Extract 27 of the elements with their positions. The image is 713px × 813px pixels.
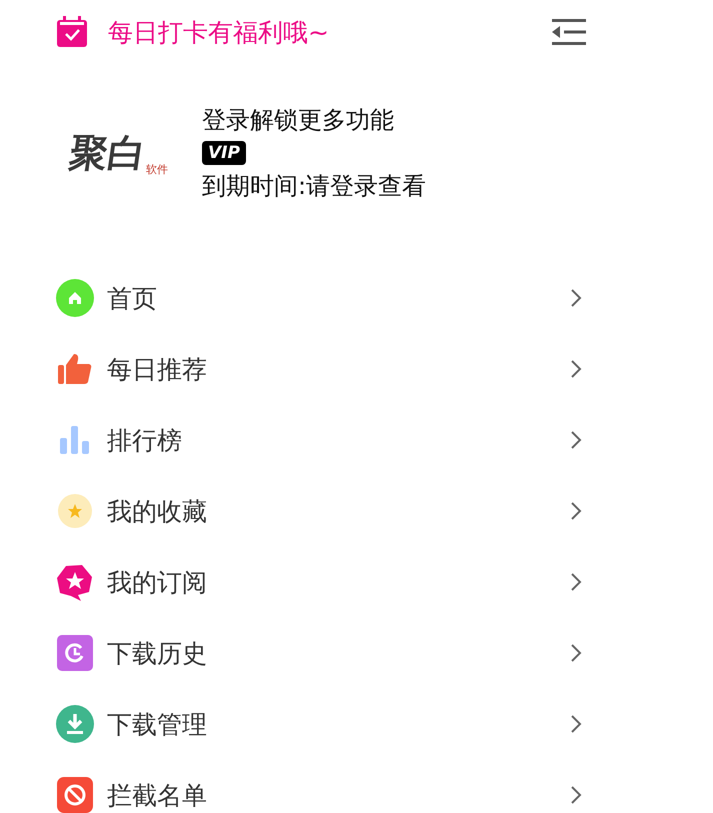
- chevron-right-icon: [570, 430, 582, 450]
- menu-item[interactable]: 我的订阅: [56, 564, 586, 600]
- collapse-menu-icon[interactable]: [552, 18, 586, 46]
- menu-item[interactable]: 下载历史: [56, 635, 586, 671]
- menu-item[interactable]: 拦截名单: [56, 777, 586, 813]
- expiry-text: 到期时间:请登录查看: [202, 171, 426, 201]
- menu-item[interactable]: 每日推荐: [56, 351, 586, 387]
- chevron-right-icon: [570, 643, 582, 663]
- menu-item[interactable]: 排行榜: [56, 422, 586, 458]
- chevron-right-icon: [570, 288, 582, 308]
- block-icon: [56, 776, 94, 813]
- home-icon: [56, 279, 94, 317]
- menu-item[interactable]: 我的收藏: [56, 493, 586, 529]
- chevron-right-icon: [570, 714, 582, 734]
- chevron-right-icon: [570, 572, 582, 592]
- vip-badge: VIP: [202, 141, 246, 165]
- calendar-check-icon[interactable]: [56, 16, 88, 48]
- checkin-link[interactable]: 每日打卡有福利哦~: [108, 16, 552, 48]
- login-prompt: 登录解锁更多功能: [202, 105, 395, 135]
- chevron-right-icon: [570, 501, 582, 521]
- download-icon: [56, 705, 94, 743]
- chevron-right-icon: [570, 785, 582, 805]
- menu-item[interactable]: 下载管理: [56, 706, 586, 742]
- star-badge-icon: [56, 563, 94, 601]
- menu-item[interactable]: 首页: [56, 280, 586, 316]
- clock-icon: [56, 634, 94, 672]
- chevron-right-icon: [570, 359, 582, 379]
